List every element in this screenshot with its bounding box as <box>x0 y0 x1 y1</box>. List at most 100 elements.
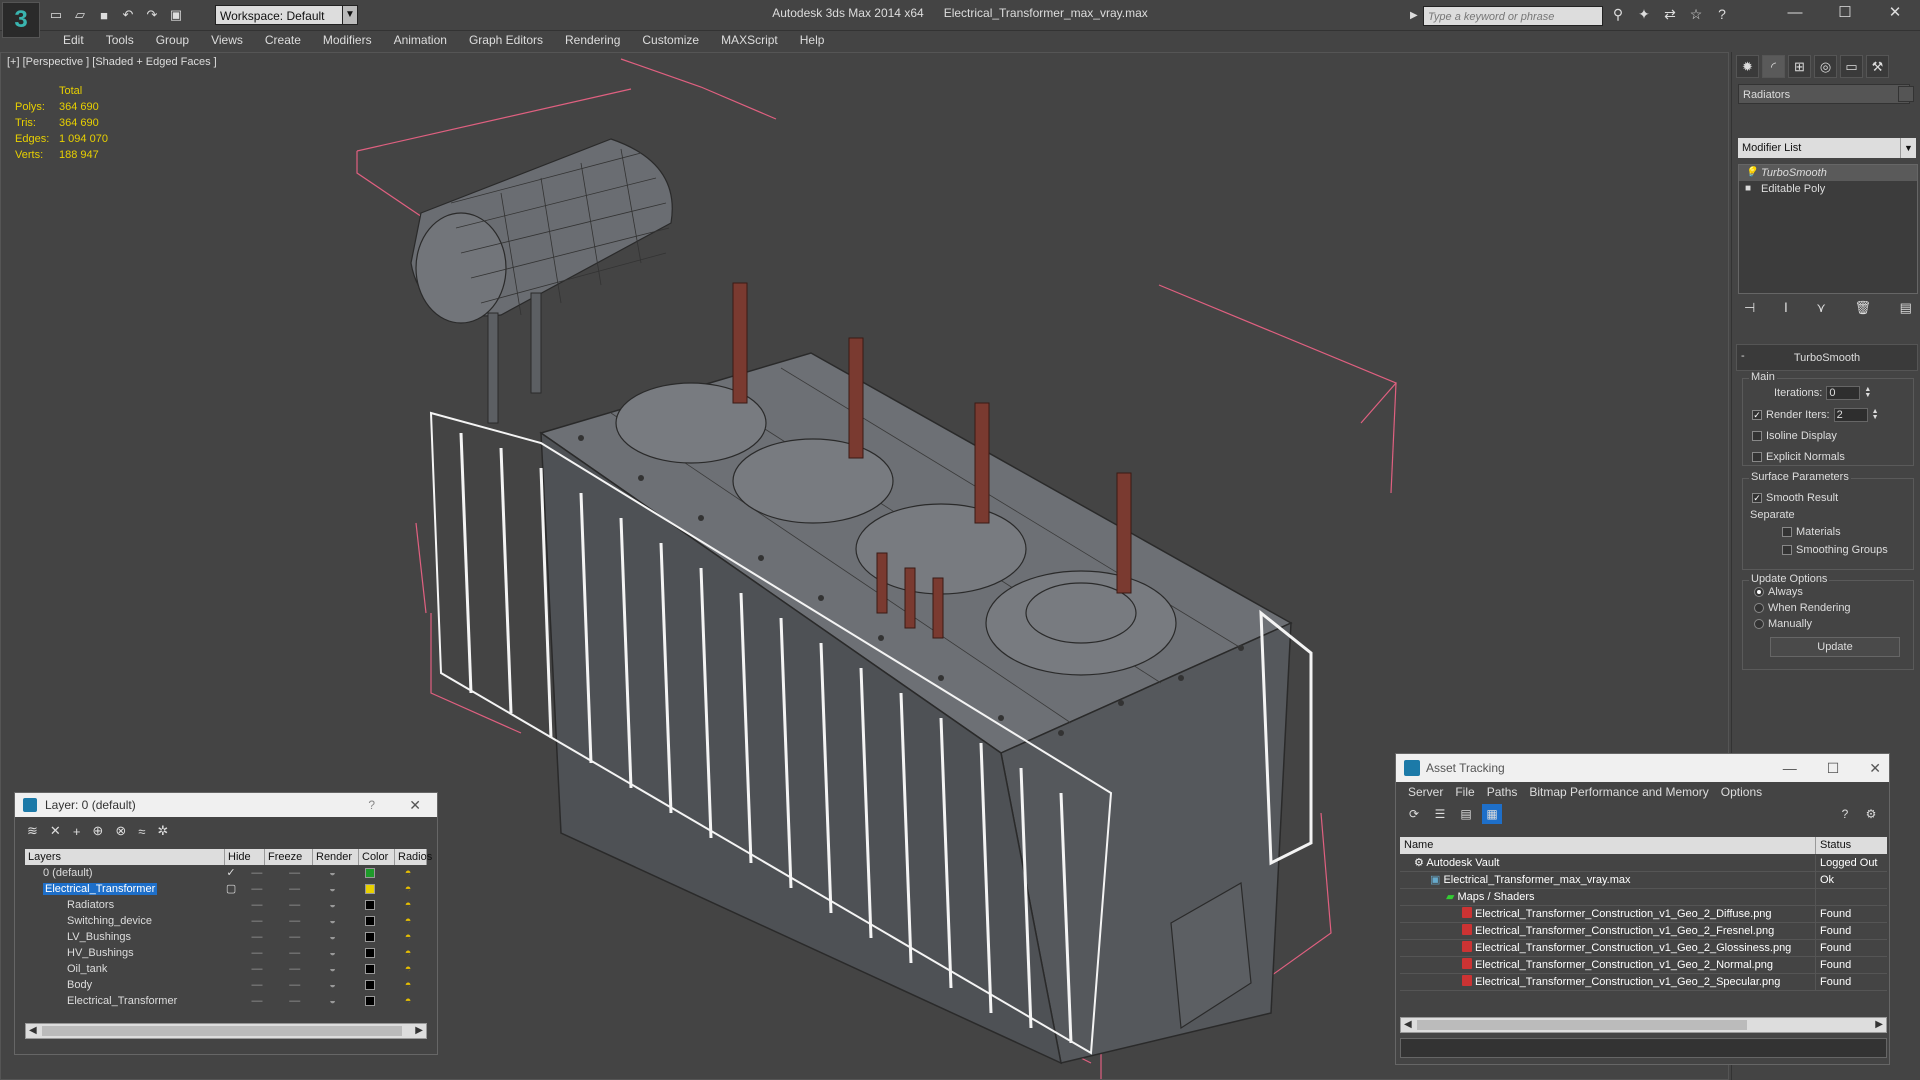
render-toggle-icon[interactable]: ◒ <box>314 929 352 945</box>
menu-group[interactable]: Group <box>145 31 200 51</box>
menu-paths[interactable]: Paths <box>1481 782 1524 802</box>
help-icon[interactable]: ? <box>368 793 375 817</box>
menu-modifiers[interactable]: Modifiers <box>312 31 383 51</box>
radiosity-icon[interactable]: ◓ <box>389 881 427 897</box>
col-render[interactable]: Render <box>313 849 359 865</box>
col-color[interactable]: Color <box>359 849 395 865</box>
freeze-toggle[interactable]: — <box>276 881 314 897</box>
radiosity-icon[interactable]: ◓ <box>389 945 427 961</box>
freeze-toggle[interactable]: — <box>276 865 314 881</box>
radiosity-icon[interactable]: ◓ <box>389 929 427 945</box>
col-hide[interactable]: Hide <box>225 849 265 865</box>
stack-item-editable-poly[interactable]: ■ Editable Poly <box>1739 181 1917 197</box>
asset-row[interactable]: Electrical_Transformer_Construction_v1_G… <box>1400 957 1887 974</box>
layer-row[interactable]: Body — — ◒ ◓ <box>25 977 427 993</box>
highlight-layer-icon[interactable]: ⊗ <box>115 823 126 839</box>
make-unique-icon[interactable]: ⋎ <box>1816 300 1826 316</box>
scroll-left-icon[interactable]: ◀ <box>1404 1018 1412 1032</box>
scroll-right-icon[interactable]: ▶ <box>1875 1018 1883 1032</box>
object-color[interactable] <box>351 945 389 961</box>
menu-graph-editors[interactable]: Graph Editors <box>458 31 554 51</box>
radiosity-icon[interactable]: ◓ <box>389 977 427 993</box>
object-color[interactable] <box>351 897 389 913</box>
menu-server[interactable]: Server <box>1402 782 1449 802</box>
object-color[interactable] <box>351 977 389 993</box>
communication-icon[interactable]: ✦ <box>1634 6 1654 26</box>
new-layer-icon[interactable]: ≋ <box>27 823 38 839</box>
vault-help-icon[interactable]: ? <box>1835 804 1855 824</box>
freeze-toggle[interactable]: — <box>276 929 314 945</box>
layer-horizontal-scrollbar[interactable]: ◀ ▶ <box>25 1023 427 1039</box>
utilities-tab-icon[interactable]: ⚒ <box>1866 54 1889 78</box>
menu-rendering[interactable]: Rendering <box>554 31 631 51</box>
menu-tools[interactable]: Tools <box>95 31 145 51</box>
hide-toggle[interactable]: — <box>238 881 276 897</box>
asset-row[interactable]: ⚙ Autodesk Vault Logged Out <box>1400 855 1887 872</box>
hide-toggle[interactable]: — <box>238 945 276 961</box>
scroll-left-icon[interactable]: ◀ <box>29 1024 37 1038</box>
menu-maxscript[interactable]: MAXScript <box>710 31 789 51</box>
when-rendering-option[interactable]: When Rendering <box>1754 602 1851 614</box>
object-color[interactable] <box>351 993 389 1009</box>
freeze-toggle[interactable]: — <box>276 897 314 913</box>
layer-window-titlebar[interactable]: Layer: 0 (default) ? ✕ <box>15 793 437 817</box>
menu-create[interactable]: Create <box>254 31 312 51</box>
binoculars-icon[interactable]: ⚲ <box>1608 6 1628 26</box>
minimize-icon[interactable]: — <box>1783 754 1797 782</box>
modifier-list-dropdown[interactable]: Modifier List <box>1738 138 1900 158</box>
freeze-toggle[interactable]: — <box>276 961 314 977</box>
menu-options[interactable]: Options <box>1715 782 1768 802</box>
hide-toggle[interactable]: — <box>238 929 276 945</box>
delete-layer-icon[interactable]: ✕ <box>50 823 61 839</box>
show-end-result-icon[interactable]: Ⅰ <box>1784 300 1788 316</box>
asset-row[interactable]: Electrical_Transformer_Construction_v1_G… <box>1400 906 1887 923</box>
freeze-toggle[interactable]: — <box>276 945 314 961</box>
isoline-checkbox[interactable] <box>1752 431 1762 441</box>
search-input[interactable]: Type a keyword or phrase <box>1423 6 1603 26</box>
render-iters-checkbox[interactable]: ✓ <box>1752 410 1762 420</box>
materials-checkbox[interactable] <box>1782 527 1792 537</box>
hide-toggle[interactable]: — <box>238 993 276 1009</box>
layer-row[interactable]: HV_Bushings — — ◒ ◓ <box>25 945 427 961</box>
modify-tab-icon[interactable]: ◜ <box>1762 54 1785 78</box>
freeze-toggle[interactable]: — <box>276 913 314 929</box>
hierarchy-tab-icon[interactable]: ⊞ <box>1788 54 1811 78</box>
layer-row[interactable]: Switching_device — — ◒ ◓ <box>25 913 427 929</box>
hide-toggle[interactable]: — <box>238 961 276 977</box>
render-toggle-icon[interactable]: ◒ <box>314 961 352 977</box>
menu-edit[interactable]: Edit <box>52 31 95 51</box>
asset-row[interactable]: Electrical_Transformer_Construction_v1_G… <box>1400 923 1887 940</box>
update-button[interactable]: Update <box>1770 637 1900 657</box>
asset-row[interactable]: ▣ Electrical_Transformer_max_vray.max Ok <box>1400 872 1887 889</box>
close-icon[interactable]: ✕ <box>1870 0 1920 28</box>
radiosity-icon[interactable]: ◓ <box>389 961 427 977</box>
object-color[interactable] <box>351 961 389 977</box>
lightbulb-icon[interactable]: 💡 <box>1745 165 1757 181</box>
layer-row[interactable]: Oil_tank — — ◒ ◓ <box>25 961 427 977</box>
active-check-icon[interactable]: ✓ <box>224 865 238 881</box>
layer-row[interactable]: 0 (default) ✓ — — ◒ ◓ <box>25 865 427 881</box>
menu-customize[interactable]: Customize <box>631 31 710 51</box>
stack-item-turbosmooth[interactable]: 💡 TurboSmooth <box>1739 165 1917 181</box>
smoothing-groups-checkbox[interactable] <box>1782 545 1792 555</box>
app-menu-button[interactable]: 3 <box>2 2 40 38</box>
tree-view-icon[interactable]: ▤ <box>1456 804 1476 824</box>
menu-file[interactable]: File <box>1449 782 1480 802</box>
layer-color[interactable] <box>351 881 389 897</box>
layer-row[interactable]: LV_Bushings — — ◒ ◓ <box>25 929 427 945</box>
hide-toggle[interactable]: — <box>238 977 276 993</box>
asset-path-field[interactable] <box>1400 1038 1887 1058</box>
menu-animation[interactable]: Animation <box>383 31 458 51</box>
pin-stack-icon[interactable]: ⊣ <box>1744 300 1755 316</box>
col-freeze[interactable]: Freeze <box>265 849 313 865</box>
minimize-icon[interactable]: — <box>1770 0 1820 28</box>
turbosmooth-rollout-header[interactable]: - TurboSmooth <box>1736 344 1918 371</box>
exchange-icon[interactable]: ⇄ <box>1660 6 1680 26</box>
close-icon[interactable]: ✕ <box>1869 754 1881 782</box>
search-expand-icon[interactable]: ▶ <box>1410 6 1422 26</box>
manually-radio[interactable] <box>1754 619 1764 629</box>
freeze-toggle[interactable]: — <box>276 993 314 1009</box>
isoline-option[interactable]: Isoline Display <box>1752 430 1837 442</box>
active-box-icon[interactable]: ▢ <box>224 881 238 897</box>
chevron-down-icon[interactable]: ▼ <box>1900 138 1916 158</box>
